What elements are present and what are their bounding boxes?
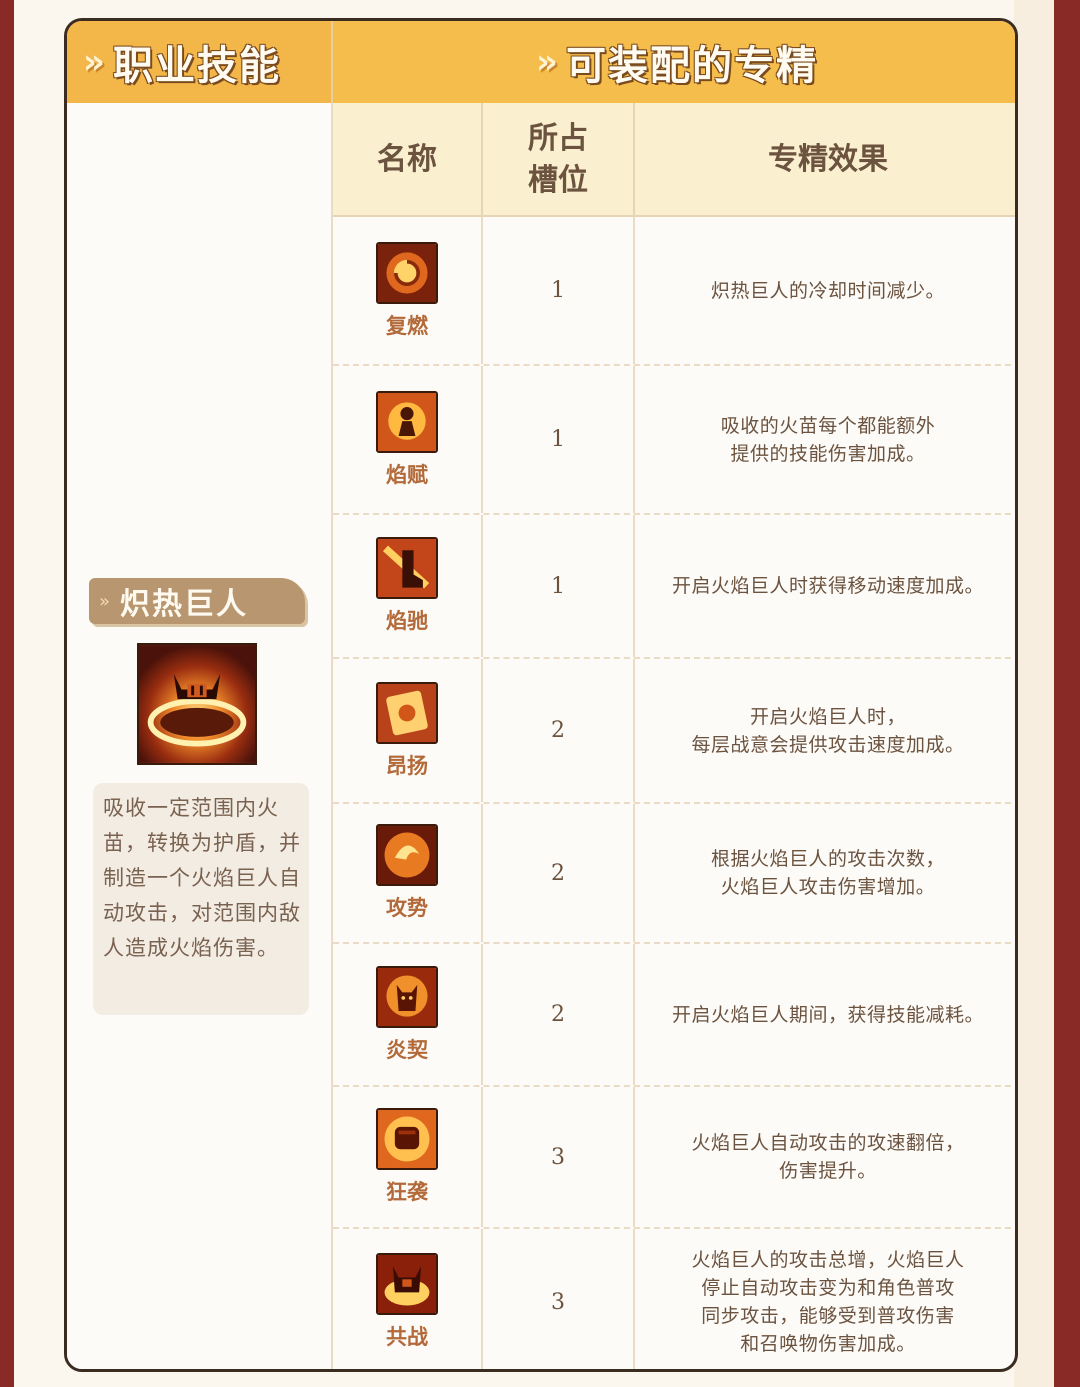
spec-name-cell: 炎契: [333, 944, 483, 1085]
header-left-title: 职业技能: [112, 43, 281, 89]
column-header-slot-label: 所占槽位: [528, 121, 588, 198]
table-row: 焰赋 1 吸收的火苗每个都能额外 提供的技能伤害加成。: [333, 366, 1015, 515]
fire-swirl-icon: [376, 241, 438, 304]
flame-burst-icon: [376, 824, 438, 886]
spec-name-cell: 共战: [333, 1229, 483, 1369]
header-specializations: » 可装配的专精: [333, 21, 1015, 103]
table-header: 名称 所占槽位 专精效果: [333, 103, 1015, 217]
spec-effect: 炽热巨人的冷却时间减少。: [710, 279, 945, 302]
small-chevron-icon: »: [99, 590, 110, 612]
spec-name-cell: 昂扬: [333, 659, 483, 802]
spec-effect: 火焰巨人的攻击总增，火焰巨人 停止自动攻击变为和角色普攻 同步攻击，能够受到普攻…: [691, 1249, 965, 1355]
spec-effect: 根据火焰巨人的攻击次数， 火焰巨人攻击伤害增加。: [710, 848, 945, 898]
flame-figure-icon: [376, 390, 438, 453]
spec-name: 共战: [386, 1325, 428, 1349]
skill-card: » 职业技能 » 可装配的专精 » 炽热巨人 吸收一定范围内火苗，转换为护盾，并…: [64, 18, 1018, 1372]
column-header-name: 名称: [333, 103, 483, 217]
spec-effect: 开启火焰巨人期间，获得技能减耗。: [671, 1003, 984, 1026]
spec-name-cell: 复燃: [333, 217, 483, 364]
skill-panel: » 炽热巨人 吸收一定范围内火苗，转换为护盾，并制造一个火焰巨人自动攻击，对范围…: [67, 103, 333, 1369]
spec-name: 狂袭: [386, 1180, 428, 1204]
spec-slot: 3: [483, 1087, 635, 1227]
fire-giant-icon: [137, 643, 257, 765]
spec-effect: 开启火焰巨人时， 每层战意会提供攻击速度加成。: [691, 705, 965, 756]
table-row: 焰驰 1 开启火焰巨人时获得移动速度加成。: [333, 515, 1015, 659]
spec-name: 复燃: [386, 313, 428, 338]
spec-slot: 1: [483, 515, 635, 657]
table-row: 共战 3 火焰巨人的攻击总增，火焰巨人 停止自动攻击变为和角色普攻 同步攻击，能…: [333, 1229, 1015, 1369]
spec-name: 炎契: [386, 1037, 428, 1062]
spec-slot: 2: [483, 944, 635, 1085]
table-row: 复燃 1 炽热巨人的冷却时间减少。: [333, 217, 1015, 366]
table-row: 攻势 2 根据火焰巨人的攻击次数， 火焰巨人攻击伤害增加。: [333, 804, 1015, 944]
spec-slot: 1: [483, 366, 635, 513]
table-row: 狂袭 3 火焰巨人自动攻击的攻速翻倍， 伤害提升。: [333, 1087, 1015, 1229]
flame-fist-icon: [376, 1108, 438, 1170]
double-chevron-icon: »: [536, 42, 558, 82]
spec-name-cell: 焰赋: [333, 366, 483, 513]
skill-description: 吸收一定范围内火苗，转换为护盾，并制造一个火焰巨人自动攻击，对范围内敌人造成火焰…: [93, 783, 309, 1015]
table-row: 炎契 2 开启火焰巨人期间，获得技能减耗。: [333, 944, 1015, 1087]
skill-name-tag: » 炽热巨人: [89, 578, 305, 624]
double-chevron-icon: »: [83, 42, 105, 82]
spec-name-cell: 焰驰: [333, 515, 483, 657]
spec-name-cell: 狂袭: [333, 1087, 483, 1227]
spec-name-cell: 攻势: [333, 804, 483, 942]
header-class-skill: » 职业技能: [67, 21, 333, 103]
spec-effect: 火焰巨人自动攻击的攻速翻倍， 伤害提升。: [691, 1132, 965, 1182]
column-header-slot: 所占槽位: [483, 103, 635, 217]
spec-slot: 3: [483, 1229, 635, 1369]
table-row: 昂扬 2 开启火焰巨人时， 每层战意会提供攻击速度加成。: [333, 659, 1015, 804]
flame-helmet-icon: [376, 1253, 438, 1315]
spec-slot: 2: [483, 804, 635, 942]
header-right-title: 可装配的专精: [565, 43, 818, 89]
spec-slot: 2: [483, 659, 635, 802]
skill-name: 炽热巨人: [120, 587, 249, 622]
flame-demon-icon: [376, 965, 438, 1028]
spec-effect: 开启火焰巨人时获得移动速度加成。: [671, 575, 984, 597]
column-header-effect: 专精效果: [768, 142, 888, 177]
flame-boot-icon: [376, 537, 438, 599]
spec-slot: 1: [483, 217, 635, 364]
spec-name: 攻势: [386, 896, 428, 920]
spec-effect: 吸收的火苗每个都能额外 提供的技能伤害加成。: [720, 414, 936, 465]
spec-name: 昂扬: [386, 753, 428, 778]
flame-scroll-icon: [376, 681, 438, 744]
spec-name: 焰驰: [386, 609, 428, 633]
spec-name: 焰赋: [386, 462, 428, 487]
